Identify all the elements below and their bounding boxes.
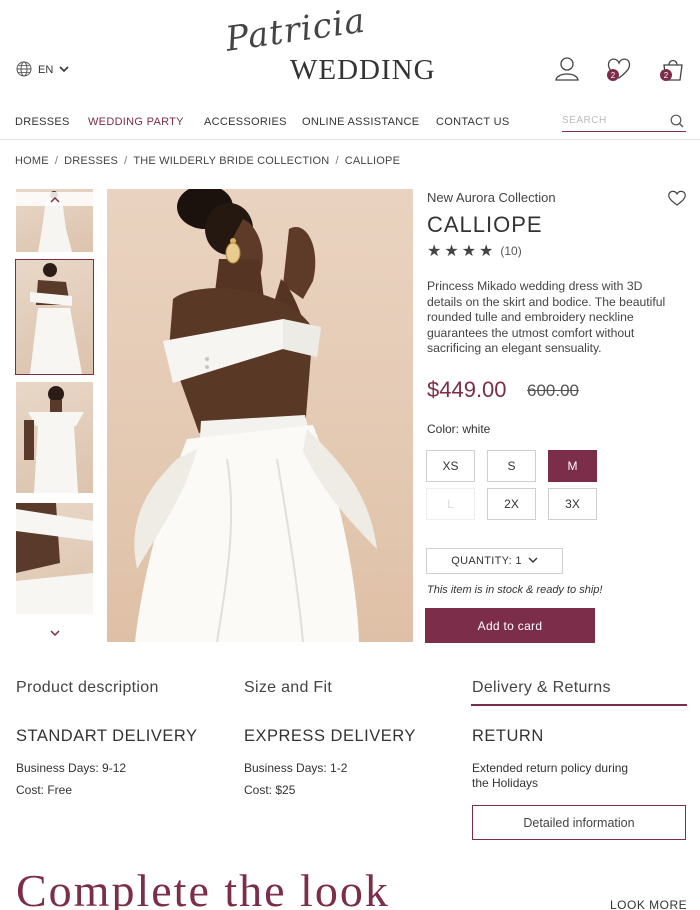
main-navigation: DRESSES WEDDING PARTY ACCESSORIES ONLINE… xyxy=(0,106,700,140)
wishlist-count-badge: 2 xyxy=(607,69,619,81)
language-selector[interactable]: EN xyxy=(16,60,69,80)
express-delivery-days: Business Days: 1-2 xyxy=(244,761,348,775)
standard-delivery-cost: Cost: Free xyxy=(16,783,73,797)
size-option-l[interactable]: L xyxy=(426,488,475,520)
original-price: 600.00 xyxy=(527,381,579,400)
express-delivery-heading: EXPRESS DELIVERY xyxy=(244,727,416,745)
search-icon[interactable] xyxy=(670,114,684,133)
tab-delivery-returns[interactable]: Delivery & Returns xyxy=(472,679,611,697)
standard-delivery-days: Business Days: 9-12 xyxy=(16,761,127,775)
return-heading: RETURN xyxy=(472,727,544,745)
color-label: Color: white xyxy=(427,422,491,436)
return-policy-line: the Holidays xyxy=(472,776,539,790)
breadcrumb-collection[interactable]: THE WILDERLY BRIDE COLLECTION xyxy=(133,155,329,167)
brand-logo[interactable]: Patricia WEDDING xyxy=(220,1,460,90)
cart-count-badge: 2 xyxy=(660,69,672,81)
quantity-label: QUANTITY: 1 xyxy=(451,555,522,567)
size-option-xs[interactable]: XS xyxy=(426,450,475,482)
chevron-up-icon xyxy=(49,190,60,208)
add-to-cart-button[interactable]: Add to card xyxy=(425,608,595,643)
tab-size-and-fit[interactable]: Size and Fit xyxy=(244,679,332,697)
look-more-link[interactable]: LOOK MORE xyxy=(610,898,687,910)
search-box xyxy=(562,110,686,132)
stock-status: This item is in stock & ready to ship! xyxy=(427,584,603,596)
globe-icon xyxy=(16,61,32,80)
star-icon: ★ xyxy=(479,243,494,260)
product-thumbnail[interactable] xyxy=(16,503,93,614)
product-rating[interactable]: ★ ★ ★ ★ (10) xyxy=(427,241,522,261)
nav-item-wedding-party[interactable]: WEDDING PARTY xyxy=(88,116,184,128)
size-option-m[interactable]: M xyxy=(548,450,597,482)
breadcrumb-separator: / xyxy=(124,155,128,167)
review-count: (10) xyxy=(500,244,522,258)
product-thumbnail[interactable] xyxy=(16,382,93,493)
breadcrumb-dresses[interactable]: DRESSES xyxy=(64,155,118,167)
account-icon[interactable] xyxy=(554,56,580,82)
detailed-information-button[interactable]: Detailed information xyxy=(472,805,686,840)
size-option-s[interactable]: S xyxy=(487,450,536,482)
cart-icon[interactable]: 2 xyxy=(660,56,686,82)
chevron-down-icon xyxy=(528,555,538,567)
express-delivery-cost: Cost: $25 xyxy=(244,783,296,797)
logo-script: Patricia xyxy=(223,0,369,60)
thumbnails-down-button[interactable] xyxy=(16,626,93,640)
nav-item-dresses[interactable]: DRESSES xyxy=(15,116,70,128)
complete-the-look-heading: Complete the look xyxy=(16,866,390,910)
standard-delivery-heading: STANDART DELIVERY xyxy=(16,727,198,745)
tab-product-description[interactable]: Product description xyxy=(16,679,159,697)
size-option-2x[interactable]: 2X xyxy=(487,488,536,520)
product-title: CALLIOPE xyxy=(427,212,543,237)
product-collection[interactable]: New Aurora Collection xyxy=(427,190,556,205)
chevron-down-icon xyxy=(59,64,69,76)
thumbnails-up-button[interactable] xyxy=(16,192,93,206)
language-label: EN xyxy=(38,64,54,76)
current-price: $449.00 xyxy=(427,377,507,402)
nav-item-online-assistance[interactable]: ONLINE ASSISTANCE xyxy=(302,116,419,128)
star-icon: ★ xyxy=(427,243,442,260)
star-icon: ★ xyxy=(461,243,477,260)
product-description: Princess Mikado wedding dress with 3D de… xyxy=(427,279,666,356)
search-input[interactable] xyxy=(562,111,662,126)
nav-item-accessories[interactable]: ACCESSORIES xyxy=(204,116,287,128)
breadcrumb-separator: / xyxy=(335,155,339,167)
star-icon: ★ xyxy=(444,243,459,260)
wishlist-icon[interactable]: 2 xyxy=(606,56,632,82)
product-thumbnail-selected[interactable] xyxy=(15,259,94,375)
size-option-3x[interactable]: 3X xyxy=(548,488,597,520)
breadcrumb-current: CALLIOPE xyxy=(344,155,401,167)
logo-wordmark: WEDDING xyxy=(290,54,436,86)
nav-item-contact-us[interactable]: CONTACT US xyxy=(436,116,510,128)
quantity-selector[interactable]: QUANTITY: 1 xyxy=(426,548,563,574)
product-main-image xyxy=(107,189,413,642)
add-to-wishlist-heart-icon[interactable] xyxy=(667,189,687,207)
breadcrumb: HOME / DRESSES / THE WILDERLY BRIDE COLL… xyxy=(15,155,400,167)
chevron-down-icon xyxy=(49,624,60,642)
breadcrumb-separator: / xyxy=(54,155,59,167)
return-policy-line: Extended return policy during xyxy=(472,761,629,775)
breadcrumb-home[interactable]: HOME xyxy=(15,155,49,167)
active-tab-indicator xyxy=(471,704,687,706)
